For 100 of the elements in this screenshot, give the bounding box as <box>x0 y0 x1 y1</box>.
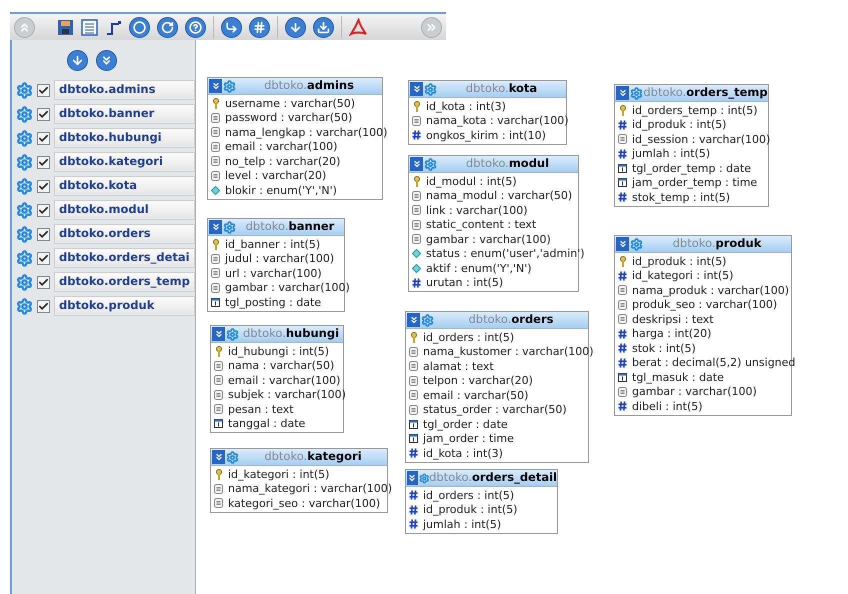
collapse-toggle-icon[interactable] <box>407 313 420 327</box>
checkbox[interactable] <box>37 228 50 240</box>
table-name-item[interactable]: dbtoko.orders <box>54 224 195 244</box>
gear-icon[interactable] <box>630 86 643 100</box>
table-title: dbtoko.orders_temp <box>643 84 768 102</box>
table-title: dbtoko.produk <box>672 235 762 252</box>
list-icon[interactable] <box>81 18 98 36</box>
checkbox[interactable] <box>37 252 50 264</box>
table-card[interactable]: dbtoko.kota id_kota : int(3) nama_kota : varchar(100) ongkos_kirim : int(10) <box>408 80 567 144</box>
checkbox[interactable] <box>37 108 50 120</box>
table-card[interactable]: dbtoko.orders_temp id_orders_temp : int(5) id_produk : int(5) id_session : varchar(100) jumlah : int(5) tgl_order_temp : date jam_order_temp : time stok_temp : int(5) <box>614 84 769 206</box>
gear-icon[interactable] <box>226 328 239 340</box>
text-field-icon <box>618 285 627 296</box>
table-header[interactable]: dbtoko.orders <box>406 312 588 329</box>
collapse-toggle-icon[interactable] <box>410 157 423 171</box>
download-button[interactable] <box>313 16 334 38</box>
gear-icon[interactable] <box>421 314 434 326</box>
gear-icon[interactable] <box>418 472 430 484</box>
table-card[interactable]: dbtoko.hubungi id_hubungi : int(5) nama : varchar(50) email : varchar(100) subjek : varchar(100) pesan : text tanggal : date <box>210 325 344 433</box>
key-icon <box>212 98 220 109</box>
table-name-item[interactable]: dbtoko.hubungi <box>54 128 195 148</box>
text-field-icon <box>618 134 627 144</box>
gear-icon[interactable] <box>424 82 437 96</box>
table-header[interactable]: dbtoko.hubungi <box>211 326 343 343</box>
table-title: dbtoko.hubungi <box>242 325 340 342</box>
column-name: nama : varchar(50) <box>228 360 334 372</box>
column-name: deskripsi : text <box>632 314 714 325</box>
table-name-item[interactable]: dbtoko.orders_detai <box>54 248 195 268</box>
gear-icon[interactable] <box>223 220 236 234</box>
collapse-toggle-icon[interactable] <box>212 327 225 341</box>
reload-button[interactable] <box>157 16 178 38</box>
corner-arrow-icon <box>225 20 238 34</box>
table-card[interactable]: dbtoko.orders_detail id_orders : int(5) id_produk : int(5) jumlah : int(5) <box>405 469 558 534</box>
save-icon[interactable] <box>57 18 74 36</box>
column-name: gambar : varchar(100) <box>632 386 757 398</box>
calendar-icon <box>618 178 627 188</box>
collapse-toggle-icon[interactable] <box>410 82 423 96</box>
table-header[interactable]: dbtoko.admins <box>208 78 382 95</box>
column-name: blokir : enum('Y','N') <box>225 184 337 196</box>
refresh-button[interactable] <box>129 16 150 38</box>
relation-line-icon[interactable] <box>105 18 122 36</box>
key-icon <box>618 256 626 267</box>
help-button[interactable] <box>185 16 206 38</box>
collapse-all-button[interactable] <box>96 50 116 71</box>
table-header[interactable]: dbtoko.modul <box>409 156 578 173</box>
link-button[interactable] <box>221 16 242 38</box>
checkbox[interactable] <box>37 204 50 216</box>
table-name-item[interactable]: dbtoko.kategori <box>54 152 195 172</box>
text-field-icon <box>214 390 223 400</box>
help-icon <box>189 20 202 34</box>
column-name: status_order : varchar(50) <box>423 404 567 416</box>
table-title: dbtoko.modul <box>464 155 550 172</box>
table-name-item[interactable]: dbtoko.produk <box>54 296 195 316</box>
gear-icon[interactable] <box>630 238 643 250</box>
table-header[interactable]: dbtoko.produk <box>615 236 791 253</box>
text-field-icon <box>214 360 223 371</box>
collapse-toggle-icon[interactable] <box>209 79 222 93</box>
collapse-toggle-icon[interactable] <box>212 450 225 464</box>
text-field-icon <box>409 390 418 400</box>
checkbox[interactable] <box>37 180 50 192</box>
checkbox[interactable] <box>37 84 50 96</box>
down-button[interactable] <box>66 50 88 71</box>
table-name-item[interactable]: dbtoko.orders_temp <box>54 272 195 292</box>
grid-button[interactable] <box>249 16 270 38</box>
rotate-icon <box>161 20 174 34</box>
collapse-toggle-icon[interactable] <box>407 471 418 485</box>
key-icon <box>214 346 222 357</box>
key-icon <box>214 468 222 480</box>
table-header[interactable]: dbtoko.kategori <box>211 449 387 466</box>
gear-icon[interactable] <box>226 450 239 464</box>
collapse-toggle-icon[interactable] <box>616 86 629 100</box>
text-field-icon <box>409 376 418 386</box>
column-name: nama_produk : varchar(100) <box>632 284 790 296</box>
gear-icon[interactable] <box>223 80 236 92</box>
table-name-item[interactable]: dbtoko.kota <box>54 176 195 196</box>
checkbox[interactable] <box>37 156 50 168</box>
gear-icon[interactable] <box>424 158 437 170</box>
text-field-icon <box>211 112 220 123</box>
table-title: dbtoko.banner <box>244 218 336 236</box>
move-down-button[interactable] <box>285 16 306 38</box>
column-name: id_produk : int(5) <box>423 504 518 516</box>
table-header[interactable]: dbtoko.orders_temp <box>615 85 768 102</box>
text-field-icon <box>412 116 421 126</box>
column-name: gambar : varchar(100) <box>426 234 551 245</box>
checkbox[interactable] <box>37 300 50 312</box>
hash-icon <box>409 448 418 458</box>
collapse-toggle-icon[interactable] <box>209 220 222 234</box>
text-field-icon <box>412 234 421 244</box>
table-header[interactable]: dbtoko.kota <box>409 81 566 98</box>
table-header[interactable]: dbtoko.banner <box>208 219 344 236</box>
table-name-item[interactable]: dbtoko.banner <box>54 104 195 124</box>
column-name: id_orders_temp : int(5) <box>632 104 758 116</box>
checkbox[interactable] <box>37 132 50 144</box>
table-name-item[interactable]: dbtoko.modul <box>54 200 195 220</box>
calendar-icon <box>409 434 418 444</box>
checkbox[interactable] <box>37 276 50 288</box>
table-name-item[interactable]: dbtoko.admins <box>54 80 195 100</box>
column-name: telpon : varchar(20) <box>423 375 533 386</box>
table-header[interactable]: dbtoko.orders_detail <box>406 470 557 487</box>
collapse-toggle-icon[interactable] <box>616 237 629 251</box>
